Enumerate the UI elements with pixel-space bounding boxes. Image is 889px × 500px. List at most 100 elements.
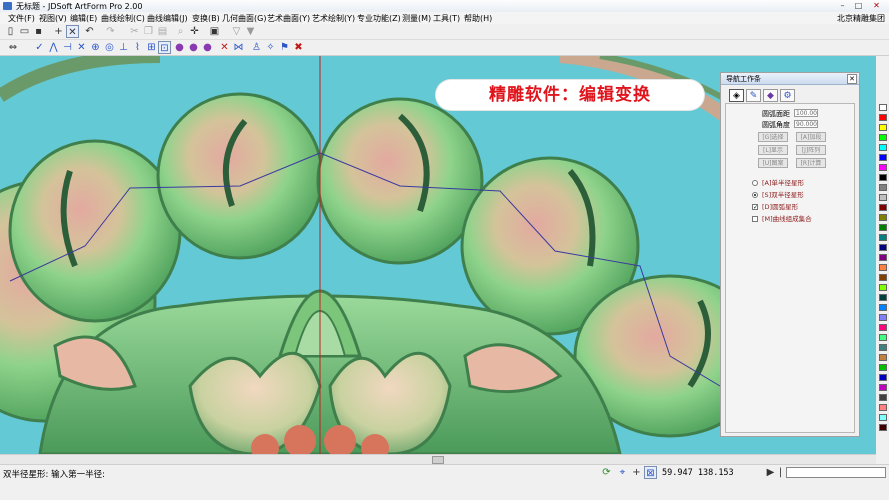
calculate-button[interactable]: [R]计算 xyxy=(796,158,826,168)
color-swatch[interactable] xyxy=(879,254,887,261)
magic-icon[interactable]: ✧ xyxy=(264,41,277,54)
select-button[interactable]: [G]选择 xyxy=(758,132,788,142)
color-swatch[interactable] xyxy=(879,324,887,331)
close-icon[interactable]: ✕ xyxy=(870,1,883,10)
color-swatch[interactable] xyxy=(879,374,887,381)
option-single-radius-star[interactable]: [A]单半径星形 xyxy=(752,177,804,187)
color-swatch[interactable] xyxy=(879,204,887,211)
navigator-close-icon[interactable]: ✕ xyxy=(847,74,857,84)
menu-art-draw[interactable]: 艺术绘制(Y) xyxy=(312,13,355,24)
color-swatch[interactable] xyxy=(879,194,887,201)
ring-icon[interactable]: ◎ xyxy=(103,41,116,54)
grid-status-icon[interactable]: ⊠ xyxy=(644,466,657,479)
minimize-icon[interactable]: – xyxy=(836,1,849,10)
pattern-button[interactable]: [U]图案 xyxy=(758,158,788,168)
color-swatch[interactable] xyxy=(879,334,887,341)
color-swatch[interactable] xyxy=(879,284,887,291)
display-button[interactable]: [L]显示 xyxy=(758,145,788,155)
color-swatch[interactable] xyxy=(879,144,887,151)
circle-target-icon[interactable]: ⊕ xyxy=(89,41,102,54)
color-swatch[interactable] xyxy=(879,124,887,131)
color-swatch[interactable] xyxy=(879,274,887,281)
move-arrows-icon[interactable]: ⇔ xyxy=(4,41,22,54)
color-swatch[interactable] xyxy=(879,174,887,181)
color-swatch[interactable] xyxy=(879,294,887,301)
color-swatch[interactable] xyxy=(879,424,887,431)
zoom-icon[interactable]: ⌕ xyxy=(174,25,187,38)
layer-icon[interactable]: ▣ xyxy=(208,25,221,38)
extend-icon[interactable]: ⌇ xyxy=(131,41,144,54)
angle-input[interactable]: 90.000 xyxy=(794,120,818,128)
snap-icon[interactable]: ⌖ xyxy=(616,466,629,479)
remove-red-x-icon[interactable]: ✖ xyxy=(292,41,305,54)
color-swatch[interactable] xyxy=(879,104,887,111)
break-x-icon[interactable]: ✕ xyxy=(218,41,231,54)
ungroup-icon[interactable]: ● xyxy=(187,41,200,54)
color-swatch[interactable] xyxy=(879,394,887,401)
flag-icon[interactable]: ⚑ xyxy=(278,41,291,54)
add-icon[interactable]: + xyxy=(52,25,65,38)
color-swatch[interactable] xyxy=(879,214,887,221)
paste-icon[interactable]: ▤ xyxy=(156,25,169,38)
menu-view[interactable]: 视图(V) xyxy=(39,13,67,24)
split-icon[interactable]: ⋈ xyxy=(232,41,245,54)
color-swatch[interactable] xyxy=(879,404,887,411)
maximize-icon[interactable]: □ xyxy=(852,1,865,10)
option-arc-star[interactable]: ✓[D]圆弧星形 xyxy=(752,201,798,211)
color-swatch[interactable] xyxy=(879,314,887,321)
distance-input[interactable]: 100.00 xyxy=(794,109,818,117)
color-swatch[interactable] xyxy=(879,354,887,361)
option-curve-group[interactable]: [M]曲线组成集合 xyxy=(752,213,812,223)
cup-icon[interactable]: ▽ xyxy=(230,25,243,38)
color-swatch[interactable] xyxy=(879,384,887,391)
horizontal-scrollbar[interactable] xyxy=(0,454,876,464)
color-swatch[interactable] xyxy=(879,244,887,251)
scrollbar-thumb[interactable] xyxy=(432,456,444,464)
color-swatch[interactable] xyxy=(879,224,887,231)
menu-geometry-surface[interactable]: 几何曲面(G) xyxy=(222,13,266,24)
person-icon[interactable]: ♙ xyxy=(250,41,263,54)
menu-art-surface[interactable]: 艺术曲面(Y) xyxy=(267,13,310,24)
menu-transform[interactable]: 变换(B) xyxy=(192,13,220,24)
trim-icon[interactable]: ⊣ xyxy=(61,41,74,54)
menu-help[interactable]: 帮助(H) xyxy=(464,13,492,24)
delete-box-icon[interactable]: ✕ xyxy=(66,25,79,38)
new-file-icon[interactable]: ▯ xyxy=(4,25,17,38)
save-icon[interactable]: ▪ xyxy=(32,25,45,38)
crosshair-status-icon[interactable]: + xyxy=(630,466,643,479)
open-folder-icon[interactable]: ▭ xyxy=(18,25,31,38)
tab-tools-icon[interactable]: ⚙ xyxy=(780,89,795,102)
color-swatch[interactable] xyxy=(879,364,887,371)
color-swatch[interactable] xyxy=(879,154,887,161)
bucket-icon[interactable]: ▼ xyxy=(244,25,257,38)
menu-edit[interactable]: 编辑(E) xyxy=(70,13,97,24)
tab-pen-icon[interactable]: ✎ xyxy=(746,89,761,102)
grid-snap-icon[interactable]: ⊞ xyxy=(145,41,158,54)
grid-select-icon[interactable]: ⊡ xyxy=(158,41,171,54)
color-swatch[interactable] xyxy=(879,134,887,141)
cross-cut-icon[interactable]: ✕ xyxy=(75,41,88,54)
refresh-icon[interactable]: ⟳ xyxy=(600,466,613,479)
command-input[interactable] xyxy=(786,467,886,478)
tab-layers-icon[interactable]: ◆ xyxy=(763,89,778,102)
color-swatch[interactable] xyxy=(879,304,887,311)
undo-icon[interactable]: ↶ xyxy=(83,25,96,38)
menu-measure[interactable]: 测量(M) xyxy=(402,13,431,24)
group-icon[interactable]: ● xyxy=(173,41,186,54)
color-swatch[interactable] xyxy=(879,234,887,241)
color-swatch[interactable] xyxy=(879,164,887,171)
option-double-radius-star[interactable]: [S]双半径星形 xyxy=(752,189,804,199)
array-button[interactable]: [J]阵列 xyxy=(796,145,826,155)
combine-icon[interactable]: ● xyxy=(201,41,214,54)
copy-icon[interactable]: ❐ xyxy=(142,25,155,38)
color-swatch[interactable] xyxy=(879,184,887,191)
tab-star-icon[interactable]: ◈ xyxy=(729,89,744,102)
cut-icon[interactable]: ✂ xyxy=(128,25,141,38)
menu-curve-edit[interactable]: 曲线编辑(J) xyxy=(147,13,188,24)
color-swatch[interactable] xyxy=(879,344,887,351)
color-swatch[interactable] xyxy=(879,114,887,121)
menu-professional[interactable]: 专业功能(Z) xyxy=(357,13,401,24)
menu-curve-draw[interactable]: 曲线绘制(C) xyxy=(101,13,145,24)
crosshair-icon[interactable]: ✛ xyxy=(188,25,201,38)
color-swatch[interactable] xyxy=(879,414,887,421)
